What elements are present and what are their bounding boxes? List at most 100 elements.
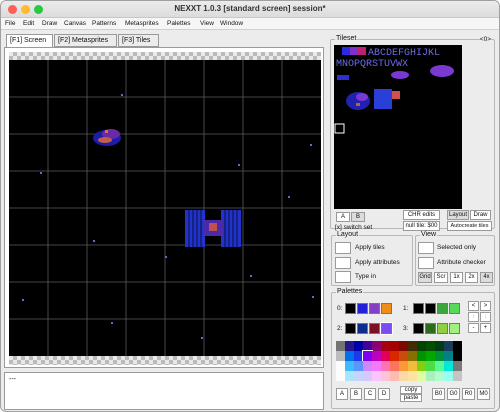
apply-tiles-toggle[interactable] xyxy=(335,242,351,254)
master-color-cell[interactable] xyxy=(336,361,345,371)
master-color-cell[interactable] xyxy=(362,350,373,362)
bank-a-button[interactable]: A xyxy=(336,212,350,222)
master-color-cell[interactable] xyxy=(426,361,435,371)
master-color-cell[interactable] xyxy=(408,371,417,381)
pal-swatch[interactable] xyxy=(357,323,368,334)
tab-metasprites[interactable]: [F2] Metasprites xyxy=(54,34,117,47)
master-color-cell[interactable] xyxy=(381,371,390,381)
layout-button[interactable]: Layout xyxy=(447,210,469,220)
master-color-cell[interactable] xyxy=(435,341,444,351)
pal-swatch[interactable] xyxy=(425,323,436,334)
master-color-cell[interactable] xyxy=(336,341,345,351)
menu-edit[interactable]: Edit xyxy=(23,20,34,27)
screen-canvas[interactable] xyxy=(9,60,321,356)
master-color-cell[interactable] xyxy=(426,351,435,361)
master-color-cell[interactable] xyxy=(444,371,453,381)
master-color-cell[interactable] xyxy=(417,341,426,351)
pal-swatch[interactable] xyxy=(381,303,392,314)
master-color-cell[interactable] xyxy=(426,371,435,381)
tab-tiles[interactable]: [F3] Tiles xyxy=(118,34,159,47)
pal-swatch[interactable] xyxy=(449,303,460,314)
master-color-cell[interactable] xyxy=(363,361,372,371)
master-color-cell[interactable] xyxy=(372,341,381,351)
null-tile-button[interactable]: null tile: $00 xyxy=(403,221,440,231)
autocreate-tiles-button[interactable]: Autocreate tiles xyxy=(447,221,492,231)
master-color-cell[interactable] xyxy=(381,351,390,361)
pal-up-arrow[interactable]: ↑ xyxy=(468,312,479,322)
pal-plus-button[interactable]: + xyxy=(480,323,491,333)
bank-b-button[interactable]: B xyxy=(351,212,365,222)
emph-r0-button[interactable]: R0 xyxy=(462,388,475,400)
pal-swatch[interactable] xyxy=(449,323,460,334)
emph-b0-button[interactable]: B0 xyxy=(432,388,445,400)
pal-swatch[interactable] xyxy=(345,303,356,314)
master-color-cell[interactable] xyxy=(399,361,408,371)
zoom-4x-button[interactable]: 4x xyxy=(480,272,493,283)
master-color-cell[interactable] xyxy=(345,371,354,381)
master-color-cell[interactable] xyxy=(336,371,345,381)
master-color-cell[interactable] xyxy=(426,341,435,351)
master-color-cell[interactable] xyxy=(453,351,462,361)
master-color-cell[interactable] xyxy=(354,361,363,371)
pal-minus-button[interactable]: - xyxy=(468,323,479,333)
zoom-1x-button[interactable]: 1x xyxy=(450,272,463,283)
master-color-cell[interactable] xyxy=(336,351,345,361)
pal-swatch[interactable] xyxy=(413,303,424,314)
master-color-cell[interactable] xyxy=(417,361,426,371)
master-color-cell[interactable] xyxy=(453,371,462,381)
menu-patterns[interactable]: Patterns xyxy=(92,20,116,27)
pal-swatch[interactable] xyxy=(437,303,448,314)
menu-draw[interactable]: Draw xyxy=(42,20,57,27)
master-color-cell[interactable] xyxy=(444,341,453,351)
master-color-cell[interactable] xyxy=(390,351,399,361)
tab-screen[interactable]: [F1] Screen xyxy=(6,34,53,48)
master-color-cell[interactable] xyxy=(399,341,408,351)
pal-swatch[interactable] xyxy=(425,303,436,314)
grid-button[interactable]: Grid xyxy=(418,272,432,283)
master-color-cell[interactable] xyxy=(435,371,444,381)
attribute-checker-toggle[interactable] xyxy=(418,257,434,269)
master-palette[interactable] xyxy=(336,341,462,381)
master-color-cell[interactable] xyxy=(444,351,453,361)
master-color-cell[interactable] xyxy=(444,361,453,371)
draw-button[interactable]: Draw xyxy=(470,210,491,220)
master-color-cell[interactable] xyxy=(453,361,462,371)
pal-down-arrow[interactable]: ↓ xyxy=(480,312,491,322)
master-color-cell[interactable] xyxy=(354,371,363,381)
master-color-cell[interactable] xyxy=(363,371,372,381)
tileset-nav[interactable]: <0> xyxy=(479,36,491,43)
master-color-cell[interactable] xyxy=(372,351,381,361)
master-color-cell[interactable] xyxy=(435,361,444,371)
pal-swatch[interactable] xyxy=(413,323,424,334)
master-color-cell[interactable] xyxy=(417,371,426,381)
pal-swatch[interactable] xyxy=(345,323,356,334)
chr-edits-button[interactable]: CHR edits xyxy=(403,210,440,220)
selected-only-toggle[interactable] xyxy=(418,242,434,254)
pal-left-arrow[interactable]: < xyxy=(468,301,479,311)
subpal-d-button[interactable]: D xyxy=(378,388,390,400)
pal-swatch[interactable] xyxy=(369,303,380,314)
master-color-cell[interactable] xyxy=(381,341,390,351)
master-color-cell[interactable] xyxy=(363,341,372,351)
scr-button[interactable]: Scr xyxy=(434,272,448,283)
zoom-2x-button[interactable]: 2x xyxy=(465,272,478,283)
menu-window[interactable]: Window xyxy=(220,20,243,27)
master-color-cell[interactable] xyxy=(345,351,354,361)
master-color-cell[interactable] xyxy=(399,351,408,361)
master-color-cell[interactable] xyxy=(399,371,408,381)
subpal-c-button[interactable]: C xyxy=(364,388,376,400)
master-color-cell[interactable] xyxy=(417,351,426,361)
pal-swatch[interactable] xyxy=(437,323,448,334)
tileset-view[interactable]: ABCDEFGHIJKL MNOPQRSTUVWX xyxy=(334,45,462,209)
menu-file[interactable]: File xyxy=(5,20,15,27)
master-color-cell[interactable] xyxy=(372,361,381,371)
master-color-cell[interactable] xyxy=(390,361,399,371)
master-color-cell[interactable] xyxy=(354,351,363,361)
master-color-cell[interactable] xyxy=(345,341,354,351)
master-color-cell[interactable] xyxy=(372,371,381,381)
master-color-cell[interactable] xyxy=(408,351,417,361)
menu-palettes[interactable]: Palettes xyxy=(167,20,191,27)
master-color-cell[interactable] xyxy=(435,351,444,361)
type-in-toggle[interactable] xyxy=(335,271,351,283)
master-color-cell[interactable] xyxy=(453,341,462,351)
